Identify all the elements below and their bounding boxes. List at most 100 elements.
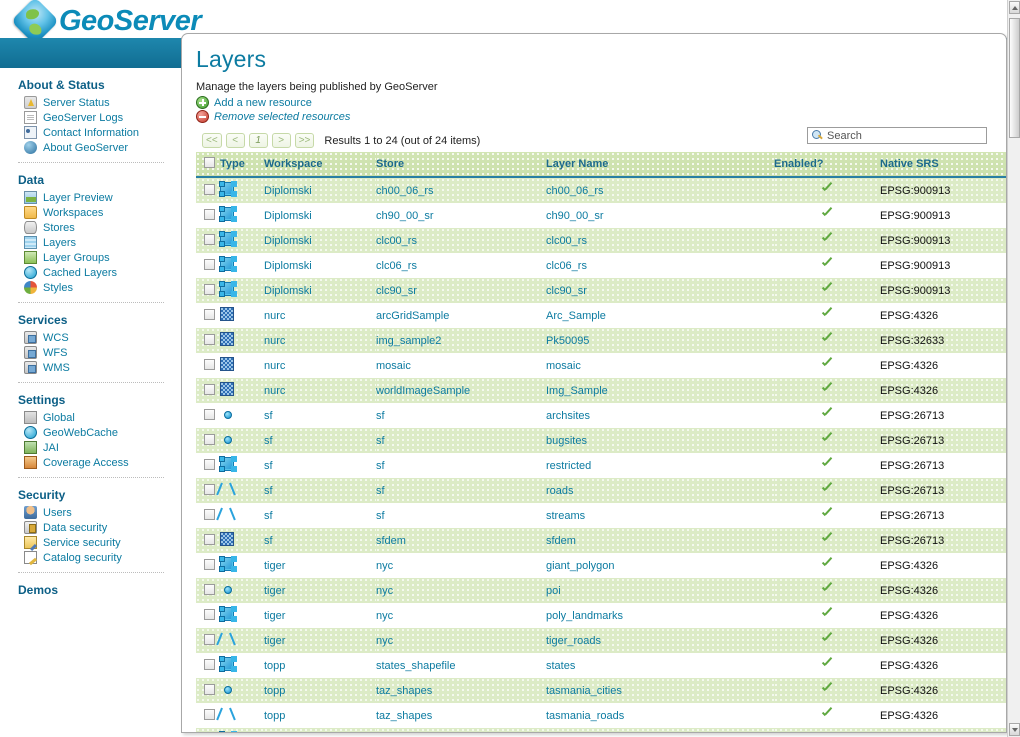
workspace-link[interactable]: Diplomski <box>264 285 312 297</box>
pager-first-button[interactable]: << <box>202 133 222 148</box>
add-new-resource-link[interactable]: Add a new resource <box>196 96 992 109</box>
layer-name-link[interactable]: sfdem <box>546 535 576 547</box>
layer-name-link[interactable]: ch00_06_rs <box>546 185 604 197</box>
layer-name-link[interactable]: restricted <box>546 460 591 472</box>
sidebar-item-geoserver-logs[interactable]: GeoServer Logs <box>0 110 178 125</box>
row-checkbox[interactable] <box>204 208 215 220</box>
store-link[interactable]: arcGridSample <box>376 310 449 322</box>
sidebar-item-global[interactable]: Global <box>0 410 178 425</box>
workspace-link[interactable]: sf <box>264 435 273 447</box>
store-link[interactable]: sf <box>376 410 385 422</box>
workspace-link[interactable]: topp <box>264 685 285 697</box>
sidebar-item-geowebcache[interactable]: GeoWebCache <box>0 425 178 440</box>
store-link[interactable]: taz_shapes <box>376 685 432 697</box>
sidebar-item-service-security[interactable]: Service security <box>0 535 178 550</box>
column-header-store[interactable]: Store <box>376 152 546 178</box>
sidebar-item-cached-layers[interactable]: Cached Layers <box>0 265 178 280</box>
workspace-link[interactable]: sf <box>264 535 273 547</box>
row-checkbox[interactable] <box>204 333 215 345</box>
pager-prev-button[interactable]: < <box>225 133 245 148</box>
row-checkbox[interactable] <box>204 608 215 620</box>
layer-name-link[interactable]: clc06_rs <box>546 260 587 272</box>
sidebar-item-wms[interactable]: WMS <box>0 360 178 375</box>
sidebar-item-wfs[interactable]: WFS <box>0 345 178 360</box>
workspace-link[interactable]: Diplomski <box>264 260 312 272</box>
layer-name-link[interactable]: tiger_roads <box>546 635 601 647</box>
sidebar-item-server-status[interactable]: Server Status <box>0 95 178 110</box>
store-link[interactable]: sf <box>376 510 385 522</box>
remove-selected-resources-link[interactable]: Remove selected resources <box>196 110 992 123</box>
row-checkbox[interactable] <box>204 708 215 720</box>
row-checkbox[interactable] <box>204 458 215 470</box>
row-checkbox[interactable] <box>204 633 215 645</box>
layer-name-link[interactable]: states <box>546 660 575 672</box>
layer-name-link[interactable]: poly_landmarks <box>546 610 623 622</box>
store-link[interactable]: clc00_rs <box>376 235 417 247</box>
layer-name-link[interactable]: tasmania_roads <box>546 710 624 722</box>
sidebar-item-layer-groups[interactable]: Layer Groups <box>0 250 178 265</box>
select-all-checkbox[interactable] <box>204 157 215 168</box>
workspace-link[interactable]: tiger <box>264 585 285 597</box>
brand-logo[interactable]: GeoServer <box>10 0 202 46</box>
sidebar-item-users[interactable]: Users <box>0 505 178 520</box>
store-link[interactable]: states_shapefile <box>376 660 456 672</box>
scroll-up-icon[interactable] <box>1009 1 1020 14</box>
row-checkbox[interactable] <box>204 183 215 195</box>
layer-name-link[interactable]: roads <box>546 485 574 497</box>
row-checkbox[interactable] <box>204 283 215 295</box>
row-checkbox[interactable] <box>204 258 215 270</box>
pager-last-button[interactable]: >> <box>294 133 315 148</box>
workspace-link[interactable]: topp <box>264 710 285 722</box>
workspace-link[interactable]: sf <box>264 510 273 522</box>
workspace-link[interactable]: Diplomski <box>264 210 312 222</box>
workspace-link[interactable]: tiger <box>264 560 285 572</box>
workspace-link[interactable]: nurc <box>264 360 285 372</box>
store-link[interactable]: ch90_00_sr <box>376 210 434 222</box>
page-scrollbar[interactable] <box>1007 0 1020 737</box>
row-checkbox[interactable] <box>204 558 215 570</box>
store-link[interactable]: nyc <box>376 560 393 572</box>
workspace-link[interactable]: sf <box>264 460 273 472</box>
sidebar-item-workspaces[interactable]: Workspaces <box>0 205 178 220</box>
row-checkbox[interactable] <box>204 483 215 495</box>
row-checkbox[interactable] <box>204 533 215 545</box>
layer-name-link[interactable]: giant_polygon <box>546 560 615 572</box>
store-link[interactable]: taz_shapes <box>376 710 432 722</box>
workspace-link[interactable]: nurc <box>264 335 285 347</box>
row-checkbox[interactable] <box>204 308 215 320</box>
layer-name-link[interactable]: Img_Sample <box>546 385 608 397</box>
store-link[interactable]: sfdem <box>376 535 406 547</box>
workspace-link[interactable]: nurc <box>264 310 285 322</box>
sidebar-item-catalog-security[interactable]: Catalog security <box>0 550 178 565</box>
layer-name-link[interactable]: clc90_sr <box>546 285 587 297</box>
sidebar-item-styles[interactable]: Styles <box>0 280 178 295</box>
sidebar-item-layer-preview[interactable]: Layer Preview <box>0 190 178 205</box>
sidebar-item-jai[interactable]: JAI <box>0 440 178 455</box>
store-link[interactable]: sf <box>376 485 385 497</box>
row-checkbox[interactable] <box>204 233 215 245</box>
layer-name-link[interactable]: mosaic <box>546 360 581 372</box>
sidebar-item-wcs[interactable]: WCS <box>0 330 178 345</box>
workspace-link[interactable]: nurc <box>264 385 285 397</box>
store-link[interactable]: mosaic <box>376 360 411 372</box>
layer-name-link[interactable]: poi <box>546 585 561 597</box>
store-link[interactable]: ch00_06_rs <box>376 185 434 197</box>
workspace-link[interactable]: sf <box>264 485 273 497</box>
store-link[interactable]: nyc <box>376 610 393 622</box>
store-link[interactable]: worldImageSample <box>376 385 470 397</box>
row-checkbox[interactable] <box>204 683 215 695</box>
sidebar-item-contact-information[interactable]: Contact Information <box>0 125 178 140</box>
row-checkbox[interactable] <box>204 508 215 520</box>
layer-name-link[interactable]: ch90_00_sr <box>546 210 604 222</box>
row-checkbox[interactable] <box>204 383 215 395</box>
workspace-link[interactable]: tiger <box>264 635 285 647</box>
sidebar-item-about-geoserver[interactable]: About GeoServer <box>0 140 178 155</box>
column-header-layer-name[interactable]: Layer Name <box>546 152 774 178</box>
layer-name-link[interactable]: bugsites <box>546 435 587 447</box>
workspace-link[interactable]: topp <box>264 660 285 672</box>
store-link[interactable]: sf <box>376 460 385 472</box>
layer-name-link[interactable]: tasmania_cities <box>546 685 622 697</box>
sidebar-item-coverage-access[interactable]: Coverage Access <box>0 455 178 470</box>
row-checkbox[interactable] <box>204 583 215 595</box>
row-checkbox[interactable] <box>204 433 215 445</box>
